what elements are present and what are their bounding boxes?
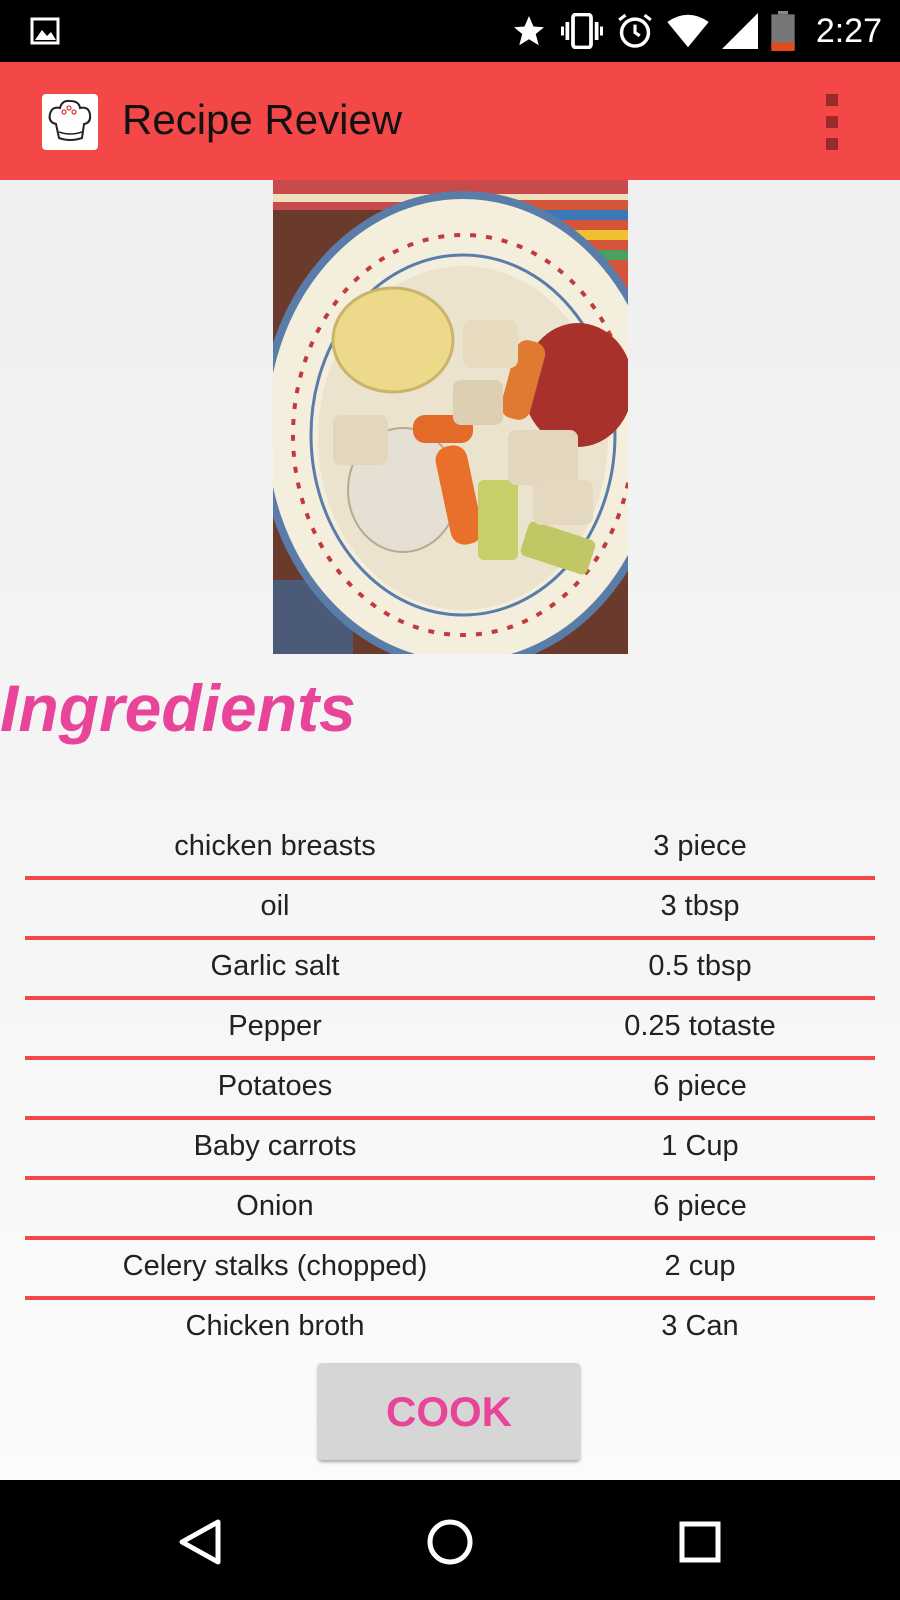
back-icon[interactable] (170, 1512, 230, 1572)
cell-signal-icon (721, 13, 758, 49)
ingredient-quantity: 6 piece (653, 1070, 747, 1102)
home-icon[interactable] (420, 1512, 480, 1572)
ingredient-quantity: 0.5 tbsp (648, 950, 752, 982)
ingredient-row: oil 3 tbsp (25, 880, 875, 940)
ingredient-row: Garlic salt 0.5 tbsp (25, 940, 875, 1000)
ingredient-name: oil (260, 890, 290, 922)
alarm-icon (618, 13, 652, 48)
ingredient-row: Celery stalks (chopped) 2 cup (25, 1240, 875, 1300)
status-time: 2:27 (815, 11, 882, 50)
ingredient-name: Celery stalks (chopped) (122, 1250, 428, 1282)
ingredient-quantity: 3 tbsp (660, 890, 740, 922)
ingredient-quantity: 2 cup (664, 1250, 736, 1282)
ingredient-quantity: 6 piece (653, 1190, 747, 1222)
image-notification-icon (30, 17, 60, 45)
ingredient-name: chicken breasts (174, 830, 376, 862)
ingredient-row: Baby carrots 1 Cup (25, 1120, 875, 1180)
ingredient-row: chicken breasts 3 piece (25, 820, 875, 880)
recents-icon[interactable] (670, 1512, 730, 1572)
vibrate-icon (560, 13, 603, 49)
recipe-photo (273, 180, 628, 654)
ingredient-row: Pepper 0.25 totaste (25, 1000, 875, 1060)
status-bar: 2:27 (0, 0, 900, 62)
app-title: Recipe Review (122, 96, 403, 143)
ingredient-name: Pepper (228, 1010, 322, 1042)
chef-hat-icon[interactable] (42, 94, 98, 150)
ingredient-quantity: 1 Cup (661, 1130, 739, 1162)
ingredient-row: Onion 6 piece (25, 1180, 875, 1240)
overflow-menu-icon[interactable] (812, 94, 852, 150)
ingredient-name: Baby carrots (193, 1130, 357, 1162)
ingredient-quantity: 0.25 totaste (624, 1010, 776, 1042)
navigation-bar (0, 1480, 900, 1600)
ingredient-name: Onion (236, 1190, 314, 1222)
battery-low-icon (771, 11, 795, 51)
ingredient-row: Potatoes 6 piece (25, 1060, 875, 1120)
ingredient-name: Chicken broth (185, 1310, 365, 1342)
app-bar: Recipe Review (0, 62, 900, 180)
star-icon (513, 16, 544, 46)
wifi-icon (667, 14, 709, 48)
recipe-content: Ingredients chicken breasts 3 piece oil … (0, 180, 900, 1480)
ingredient-quantity: 3 Can (661, 1310, 739, 1342)
cook-button[interactable]: COOK (318, 1363, 580, 1460)
ingredient-quantity: 3 piece (653, 830, 747, 862)
ingredient-row: Chicken broth 3 Can (25, 1300, 875, 1360)
ingredient-name: Garlic salt (210, 950, 340, 982)
ingredient-name: Potatoes (217, 1070, 333, 1102)
ingredients-list: chicken breasts 3 piece oil 3 tbsp Garli… (25, 820, 875, 1360)
ingredients-title: Ingredients (0, 671, 356, 745)
